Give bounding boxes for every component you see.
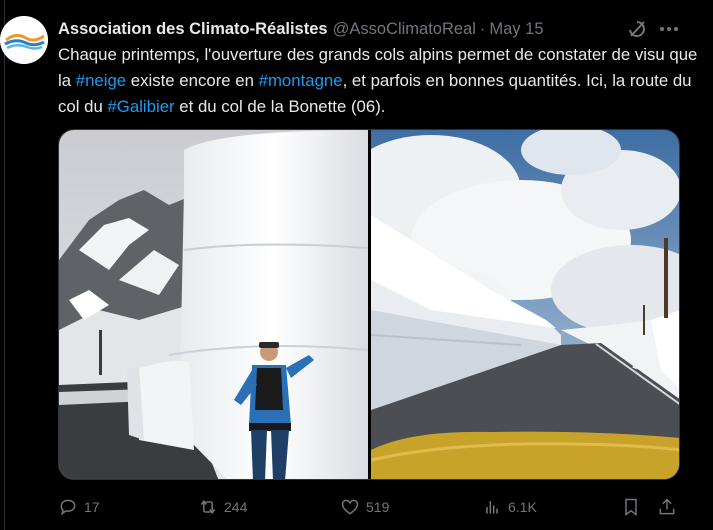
tweet-header: Association des Climato-Réalistes @AssoC… — [58, 18, 544, 40]
tweet-date[interactable]: May 15 — [489, 20, 543, 39]
tweet-actions: 17 244 519 6.1K — [58, 494, 683, 520]
bookmark-button[interactable] — [621, 494, 641, 520]
galibier-snow-wall-photo[interactable] — [59, 130, 368, 479]
separator-dot: · — [479, 19, 486, 38]
views-button[interactable]: 6.1K — [482, 494, 537, 520]
repost-button[interactable]: 244 — [198, 494, 247, 520]
display-name[interactable]: Association des Climato-Réalistes — [58, 20, 328, 39]
bookmark-icon — [625, 498, 637, 516]
repost-icon — [200, 499, 216, 515]
like-count: 519 — [366, 499, 390, 515]
reply-icon — [60, 499, 76, 516]
tweet-text-part: et du col de la Bonette (06). — [174, 97, 386, 116]
repost-count: 244 — [224, 499, 248, 515]
hashtag-neige[interactable]: #neige — [76, 71, 126, 90]
views-count: 6.1K — [508, 499, 537, 515]
media-grid — [58, 129, 680, 480]
bonette-road-snow-photo[interactable] — [371, 130, 679, 479]
analytics-icon — [486, 501, 498, 514]
hashtag-galibier[interactable]: #Galibier — [107, 97, 174, 116]
more-icon[interactable] — [658, 18, 680, 40]
like-button[interactable]: 519 — [340, 494, 389, 520]
user-handle[interactable]: @AssoClimatoReal — [333, 20, 476, 39]
tweet-text-part: existe encore en — [126, 71, 259, 90]
avatar[interactable] — [0, 16, 48, 64]
heart-icon — [341, 499, 359, 515]
left-rail — [0, 0, 5, 530]
reply-count: 17 — [84, 499, 100, 515]
share-icon — [659, 498, 675, 515]
grok-icon[interactable] — [626, 18, 648, 40]
tweet-text: Chaque printemps, l'ouverture des grands… — [58, 42, 698, 120]
hashtag-montagne[interactable]: #montagne — [259, 71, 343, 90]
reply-button[interactable]: 17 — [58, 494, 100, 520]
share-button[interactable] — [657, 494, 677, 520]
